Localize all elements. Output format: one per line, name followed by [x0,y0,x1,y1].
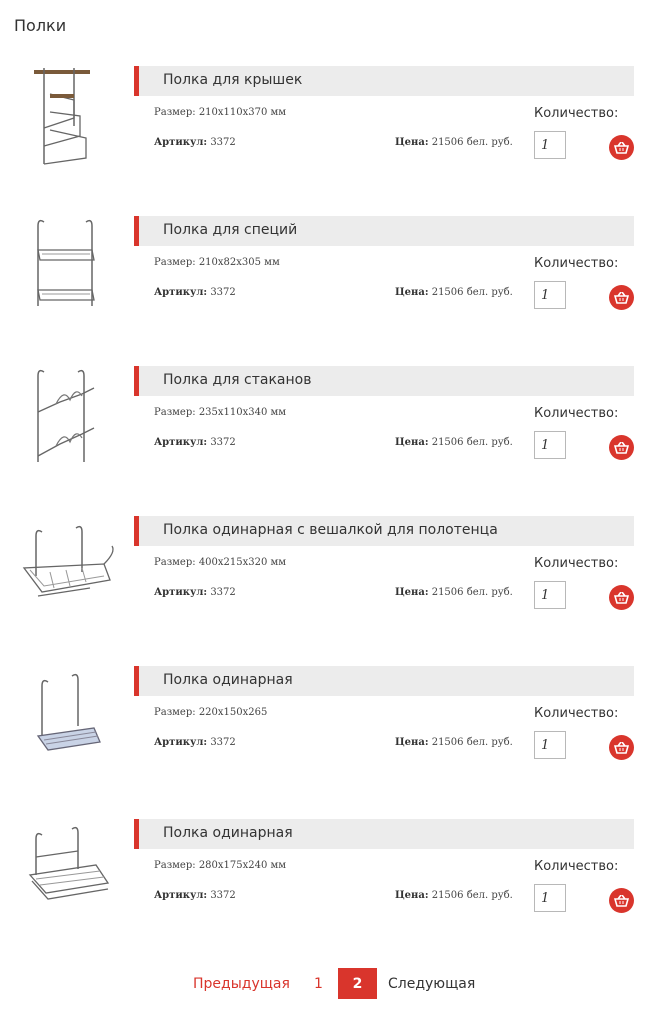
product-sku: Артикул: 3372 [154,587,236,598]
product-title-bar: Полка для крышек [134,66,634,96]
product-sku: Артикул: 3372 [154,137,236,148]
product-card: Полка одинарная Размер: 280x175x240 мм А… [0,819,649,939]
product-image[interactable] [20,516,120,622]
quantity-label: Количество: [534,256,619,271]
add-to-cart-button[interactable] [609,135,634,160]
pagination-page-1[interactable]: 1 [314,976,323,992]
product-price: Цена: 21506 бел. руб. [395,737,513,748]
single-shelf-wide-icon [28,826,110,900]
product-image[interactable] [20,216,120,322]
add-to-cart-button[interactable] [609,435,634,460]
add-to-cart-button[interactable] [609,585,634,610]
product-card: Полка одинарная Размер: 220x150x265 Арти… [0,666,649,786]
product-card: Полка для крышек Размер: 210x110x370 мм … [0,66,649,186]
glass-rack-icon [37,369,95,462]
pagination-prev-link[interactable]: Предыдущая [193,976,290,992]
product-price: Цена: 21506 бел. руб. [395,890,513,901]
product-sku: Артикул: 3372 [154,890,236,901]
product-name[interactable]: Полка для стаканов [163,372,311,388]
quantity-input[interactable] [534,581,566,609]
product-name[interactable]: Полка одинарная [163,825,293,841]
product-size: Размер: 235x110x340 мм [154,407,287,418]
product-card: Полка одинарная с вешалкой для полотенца… [0,516,649,636]
product-image[interactable] [20,666,120,772]
product-image[interactable] [20,366,120,472]
basket-icon [614,291,629,304]
quantity-label: Количество: [534,406,619,421]
add-to-cart-button[interactable] [609,285,634,310]
product-price: Цена: 21506 бел. руб. [395,587,513,598]
pagination-next-link[interactable]: Следующая [388,976,475,992]
add-to-cart-button[interactable] [609,735,634,760]
product-image[interactable] [20,819,120,925]
quantity-label: Количество: [534,556,619,571]
product-price: Цена: 21506 бел. руб. [395,437,513,448]
product-size: Размер: 210x110x370 мм [154,107,287,118]
product-sku: Артикул: 3372 [154,737,236,748]
add-to-cart-button[interactable] [609,888,634,913]
pagination: Предыдущая 1 2 Следующая [0,968,649,1000]
product-name[interactable]: Полка для специй [163,222,297,238]
basket-icon [614,141,629,154]
product-name[interactable]: Полка для крышек [163,72,302,88]
basket-icon [614,591,629,604]
product-sku: Артикул: 3372 [154,437,236,448]
product-title-bar: Полка одинарная [134,819,634,849]
product-title-bar: Полка для специй [134,216,634,246]
quantity-label: Количество: [534,106,619,121]
product-name[interactable]: Полка одинарная с вешалкой для полотенца [163,522,498,538]
product-card: Полка для стаканов Размер: 235x110x340 м… [0,366,649,486]
product-title-bar: Полка одинарная [134,666,634,696]
quantity-input[interactable] [534,281,566,309]
product-size: Размер: 280x175x240 мм [154,860,287,871]
product-card: Полка для специй Размер: 210x82x305 мм А… [0,216,649,336]
basket-icon [614,741,629,754]
product-size: Размер: 400x215x320 мм [154,557,287,568]
quantity-label: Количество: [534,859,619,874]
quantity-input[interactable] [534,431,566,459]
page-title: Полки [14,16,67,35]
spice-rack-icon [37,219,95,306]
quantity-input[interactable] [534,131,566,159]
product-name[interactable]: Полка одинарная [163,672,293,688]
product-image[interactable] [20,66,120,172]
basket-icon [614,441,629,454]
quantity-input[interactable] [534,884,566,912]
product-size: Размер: 210x82x305 мм [154,257,280,268]
towel-shelf-icon [22,525,114,597]
quantity-input[interactable] [534,731,566,759]
lid-rack-icon [34,68,90,165]
quantity-label: Количество: [534,706,619,721]
product-price: Цена: 21506 бел. руб. [395,137,513,148]
basket-icon [614,894,629,907]
product-size: Размер: 220x150x265 [154,707,268,718]
pagination-page-2-current: 2 [338,968,377,999]
product-title-bar: Полка для стаканов [134,366,634,396]
product-sku: Артикул: 3372 [154,287,236,298]
product-price: Цена: 21506 бел. руб. [395,287,513,298]
single-shelf-icon [36,673,101,751]
product-title-bar: Полка одинарная с вешалкой для полотенца [134,516,634,546]
